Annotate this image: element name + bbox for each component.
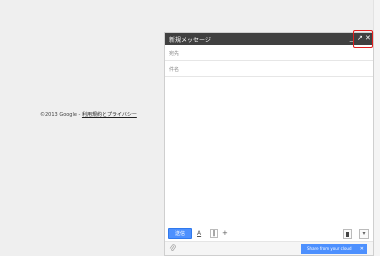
- subject-placeholder: 件名: [169, 67, 180, 73]
- to-placeholder: 宛先: [169, 51, 180, 57]
- compose-toolbar: 送信 A ‖ + ▾: [165, 227, 373, 241]
- share-from-cloud-label: Share from your cloud: [307, 246, 352, 251]
- insert-more-icon[interactable]: +: [222, 229, 228, 237]
- message-body[interactable]: [165, 77, 373, 227]
- paperclip-icon[interactable]: [169, 244, 177, 253]
- to-field[interactable]: 宛先: [165, 45, 373, 61]
- highlight-box: [353, 30, 373, 48]
- copyright-text: ©2013 Google -: [40, 112, 82, 118]
- compose-window: 新規メッセージ _ ↗ ✕ 宛先 件名 送信 A ‖ + ▾ Share fro…: [164, 30, 374, 256]
- attach-file-icon[interactable]: ‖: [210, 229, 218, 238]
- send-button[interactable]: 送信: [168, 228, 192, 239]
- cloud-close-icon[interactable]: ✕: [360, 244, 364, 254]
- format-text-icon[interactable]: A: [197, 230, 201, 237]
- more-options-icon[interactable]: ▾: [359, 229, 369, 239]
- page-scrollbar[interactable]: [373, 0, 380, 256]
- subject-field[interactable]: 件名: [165, 61, 373, 77]
- compose-bottom-bar: Share from your cloud ✕: [165, 241, 373, 255]
- terms-privacy-link[interactable]: 利用規約とプライバシー: [82, 112, 137, 118]
- page-footer: ©2013 Google - 利用規約とプライバシー: [40, 111, 137, 118]
- share-from-cloud-button[interactable]: Share from your cloud ✕: [301, 244, 367, 254]
- compose-title: 新規メッセージ: [169, 37, 211, 44]
- compose-header[interactable]: 新規メッセージ _ ↗ ✕: [165, 30, 373, 48]
- trash-icon[interactable]: [343, 229, 352, 239]
